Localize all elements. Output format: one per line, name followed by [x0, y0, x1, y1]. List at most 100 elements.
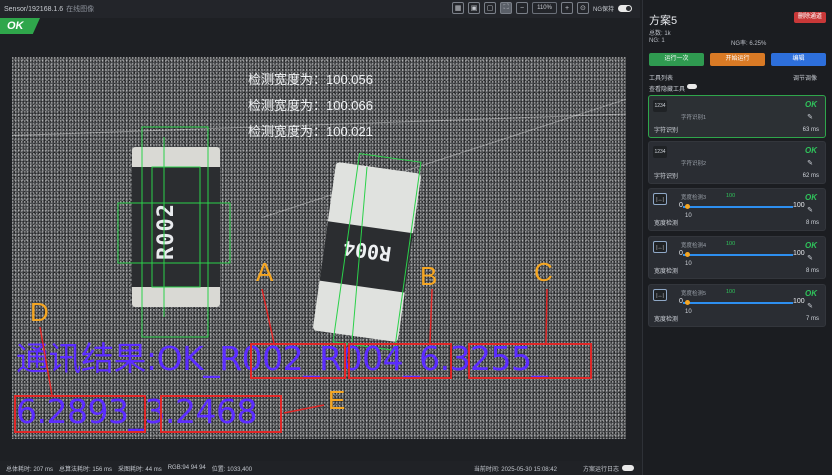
tool-card-ocr-2[interactable]: 1234 字符识别2 字符识别 OK ✎ 62 ms [648, 141, 826, 184]
online-status: 在线图像 [66, 6, 95, 13]
total-count: 总数: 1k [649, 31, 671, 37]
tool-type: 字符识别 [654, 174, 679, 180]
tool-result: OK [805, 100, 817, 109]
ocr-tool-icon: 1234 [653, 100, 667, 112]
arrow-c [545, 288, 548, 344]
zoom-out-icon[interactable]: − [516, 2, 529, 14]
tool-name: 字符识别1 [681, 115, 707, 121]
edit-pen-icon[interactable]: ✎ [807, 302, 813, 310]
adjust-image-button[interactable]: 调节调像 [793, 73, 817, 82]
tool-name: 字符识别2 [681, 161, 707, 167]
sensor-breadcrumb: Sensor/192168.1.6 在线图像 [0, 4, 94, 14]
run-log-toggle[interactable] [622, 465, 634, 471]
tool-value: 100 [726, 241, 736, 247]
crop-icon[interactable]: ▢ [484, 2, 497, 14]
tool-value: 100 [726, 193, 736, 199]
edit-pen-icon[interactable]: ✎ [807, 159, 813, 167]
tool-type: 宽度检测 [654, 269, 679, 275]
fit-window-icon[interactable]: ⛶ [500, 2, 513, 14]
arrow-e [283, 404, 325, 414]
tool-time: 8 ms [805, 220, 819, 226]
slider-handle[interactable] [685, 300, 690, 305]
label-e: E [328, 385, 346, 415]
start-run-button[interactable]: 开始运行 [710, 53, 765, 66]
sensor-address: Sensor/192168.1.6 [4, 6, 64, 13]
inspection-image[interactable]: 检测宽度为：100.056 检测宽度为：100.066 检测宽度为：100.02… [12, 57, 626, 439]
ng-rate: NG率: 6.25% [731, 41, 767, 47]
tool-type: 宽度检测 [654, 317, 679, 323]
tool-card-width-5[interactable]: |↔| 宽度检测5 100 0 100 10 宽度检测 OK ✎ 7 ms [648, 284, 826, 327]
edit-pen-icon[interactable]: ✎ [807, 113, 813, 121]
scheme-title: 方案5 [649, 15, 678, 27]
ng-count: NG: 1 [649, 38, 665, 44]
zoom-select[interactable]: 110% [532, 2, 557, 14]
pixel-position: 位置: 1033,400 [211, 466, 253, 473]
run-log-label: 方案运行日志 [582, 466, 619, 473]
label-d: D [30, 297, 49, 327]
result-ok-banner: OK [0, 18, 40, 34]
tool-card-width-4[interactable]: |↔| 宽度检测4 100 0 100 10 宽度检测 OK ✎ 8 ms [648, 236, 826, 279]
tool-card-ocr-1[interactable]: 1234 字符识别1 字符识别 OK ✎ 63 ms [648, 95, 826, 138]
tool-list-label: 工具列表 [649, 76, 674, 82]
slider-low: 10 [685, 309, 692, 315]
slider-max: 100 [793, 202, 805, 209]
width-tool-icon: |↔| [653, 241, 667, 253]
run-once-button[interactable]: 运行一次 [649, 53, 704, 66]
top-toolbar: Sensor/192168.1.6 在线图像 ▦ ▣ ▢ ⛶ − 110% + ⊙… [0, 0, 640, 18]
tool-card-width-3[interactable]: |↔| 宽度检测3 100 0 100 10 宽度检测 OK ✎ 8 ms [648, 188, 826, 231]
show-hidden-tools-toggle[interactable] [687, 84, 697, 89]
vision-inspection-app: Sensor/192168.1.6 在线图像 ▦ ▣ ▢ ⛶ − 110% + ⊙… [0, 0, 832, 475]
save-image-icon[interactable]: ▣ [468, 2, 481, 14]
delete-channel-button[interactable]: 删除通道 [793, 12, 826, 23]
slider-low: 10 [685, 261, 692, 267]
ocr-tool-icon: 1234 [653, 146, 667, 158]
zoom-in-icon[interactable]: + [560, 2, 573, 14]
zoom-reset-icon[interactable]: ⊙ [576, 2, 589, 14]
edit-pen-icon[interactable]: ✎ [807, 206, 813, 214]
slider-max: 100 [793, 250, 805, 257]
slider-max: 100 [793, 298, 805, 305]
current-time: 当前时间: 2025-05-30 15:08:42 [473, 466, 557, 473]
tool-name: 宽度检测4 [681, 243, 707, 249]
range-slider[interactable] [683, 254, 793, 256]
algorithm-time: 总算法耗时: 156 ms [59, 466, 113, 473]
ng-hold-label: NG保持 [592, 6, 614, 13]
tool-time: 7 ms [805, 316, 819, 322]
tool-result: OK [805, 241, 817, 250]
pixel-rgb: RGB:94 94 94 [167, 465, 206, 471]
ng-hold-toggle[interactable] [618, 4, 632, 12]
tool-type: 字符识别 [654, 128, 679, 134]
total-time: 总体耗时: 207 ms [6, 466, 54, 473]
tool-value: 100 [726, 289, 736, 295]
grid-icon[interactable]: ▦ [452, 2, 465, 14]
tool-result: OK [805, 193, 817, 202]
edit-button[interactable]: 编辑 [771, 53, 826, 66]
scheme-panel: 方案5 删除通道 总数: 1k NG: 1 NG率: 6.25% 运行一次 开始… [642, 0, 832, 475]
tool-time: 8 ms [805, 268, 819, 274]
slider-low: 10 [685, 213, 692, 219]
view-tools: ▦ ▣ ▢ ⛶ − 110% + ⊙ NG保持 [452, 2, 632, 14]
label-b: B [420, 261, 438, 291]
show-hidden-tools-label: 查看隐藏工具 [649, 87, 686, 93]
slider-handle[interactable] [685, 252, 690, 257]
grab-time: 采图耗时: 44 ms [118, 466, 162, 473]
range-slider[interactable] [683, 302, 793, 304]
tool-type: 宽度检测 [654, 221, 679, 227]
tool-result: OK [805, 289, 817, 298]
status-bar: 总体耗时: 207 ms 总算法耗时: 156 ms 采图耗时: 44 ms R… [0, 461, 640, 475]
range-slider[interactable] [683, 206, 793, 208]
width-tool-icon: |↔| [653, 289, 667, 301]
tool-name: 宽度检测5 [681, 291, 707, 297]
label-c: C [534, 257, 553, 287]
tool-name: 宽度检测3 [681, 195, 707, 201]
slider-handle[interactable] [685, 204, 690, 209]
tool-time: 62 ms [802, 173, 819, 179]
tool-time: 63 ms [802, 127, 819, 133]
tool-result: OK [805, 146, 817, 155]
arrow-d [39, 326, 53, 396]
action-buttons: 运行一次 开始运行 编辑 [649, 53, 826, 66]
edit-pen-icon[interactable]: ✎ [807, 254, 813, 262]
arrow-a [261, 288, 275, 344]
annotation-arrows [39, 288, 548, 414]
label-a: A [256, 257, 274, 287]
